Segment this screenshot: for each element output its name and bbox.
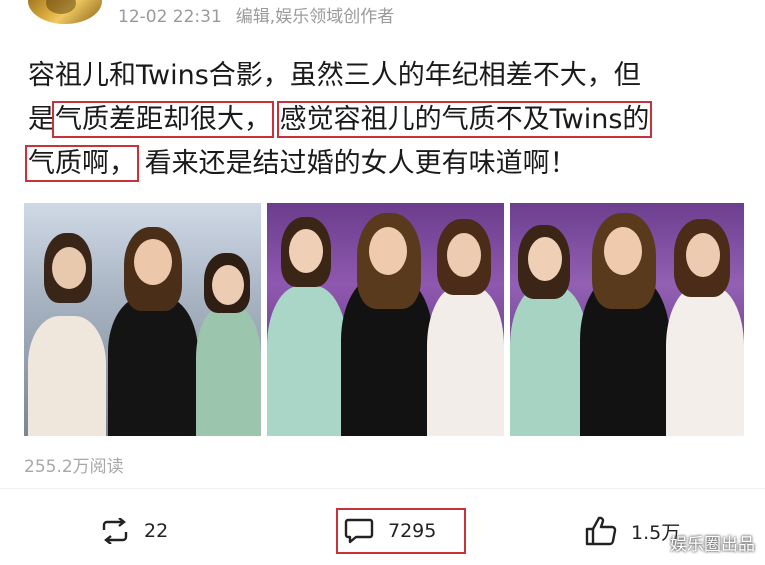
person-face [134, 239, 172, 285]
like-button[interactable]: 1.5万 [585, 508, 680, 554]
repost-button[interactable]: 22 [100, 508, 168, 554]
author-avatar[interactable] [28, 0, 102, 24]
person-face [289, 229, 323, 273]
person-face [686, 233, 720, 277]
person-face [604, 227, 642, 275]
comment-icon [344, 517, 374, 545]
divider [0, 488, 765, 489]
comment-count: 7295 [388, 520, 437, 542]
post-image-2[interactable] [267, 203, 504, 436]
highlighted-phrase: 感觉容祖儿的气质不及Twins的 [276, 101, 653, 138]
post-text-segment: 看来还是结过婚的女人更有味道啊！ [136, 148, 577, 179]
post-body: 容祖儿和Twins合影，虽然三人的年纪相差不大，但 是气质差距却很大， 感觉容祖儿… [25, 54, 748, 186]
post-source: 编辑,娱乐领域创作者 [235, 7, 395, 27]
comment-button[interactable]: 7295 [336, 508, 466, 554]
person-face [212, 265, 244, 305]
person-figure [267, 286, 347, 436]
person-face [52, 247, 86, 289]
person-figure [28, 316, 106, 436]
repost-count: 22 [144, 520, 169, 542]
post-timestamp: 12-02 22:31 [118, 7, 222, 27]
highlighted-phrase: 气质啊， [25, 145, 139, 182]
watermark: 娱乐圈出品 [670, 535, 755, 555]
person-figure [108, 296, 198, 436]
thumbs-up-icon [585, 516, 617, 546]
person-face [528, 237, 562, 281]
person-figure [427, 286, 504, 436]
repost-icon [100, 518, 130, 544]
highlighted-phrase: 气质差距却很大， [52, 101, 274, 138]
person-face [369, 227, 407, 275]
post-image-3[interactable] [510, 203, 744, 436]
post-text-line: 是气质差距却很大， 感觉容祖儿的气质不及Twins的 [28, 98, 748, 142]
post-text-line: 容祖儿和Twins合影，虽然三人的年纪相差不大，但 [28, 54, 748, 98]
post-image-1[interactable] [24, 203, 261, 436]
person-face [447, 233, 481, 277]
post-text-segment [271, 104, 280, 135]
person-figure [196, 306, 261, 436]
person-figure [666, 286, 744, 436]
post-text-line: 气质啊， 看来还是结过婚的女人更有味道啊！ [25, 142, 748, 186]
read-count: 255.2万阅读 [24, 457, 124, 477]
person-figure [510, 286, 588, 436]
post-meta: 12-02 22:31 编辑,娱乐领域创作者 [118, 2, 394, 27]
post-text-segment: 容祖儿和Twins合影，虽然三人的年纪相差不大，但 [28, 60, 641, 91]
post-text-segment: 是 [28, 104, 55, 135]
